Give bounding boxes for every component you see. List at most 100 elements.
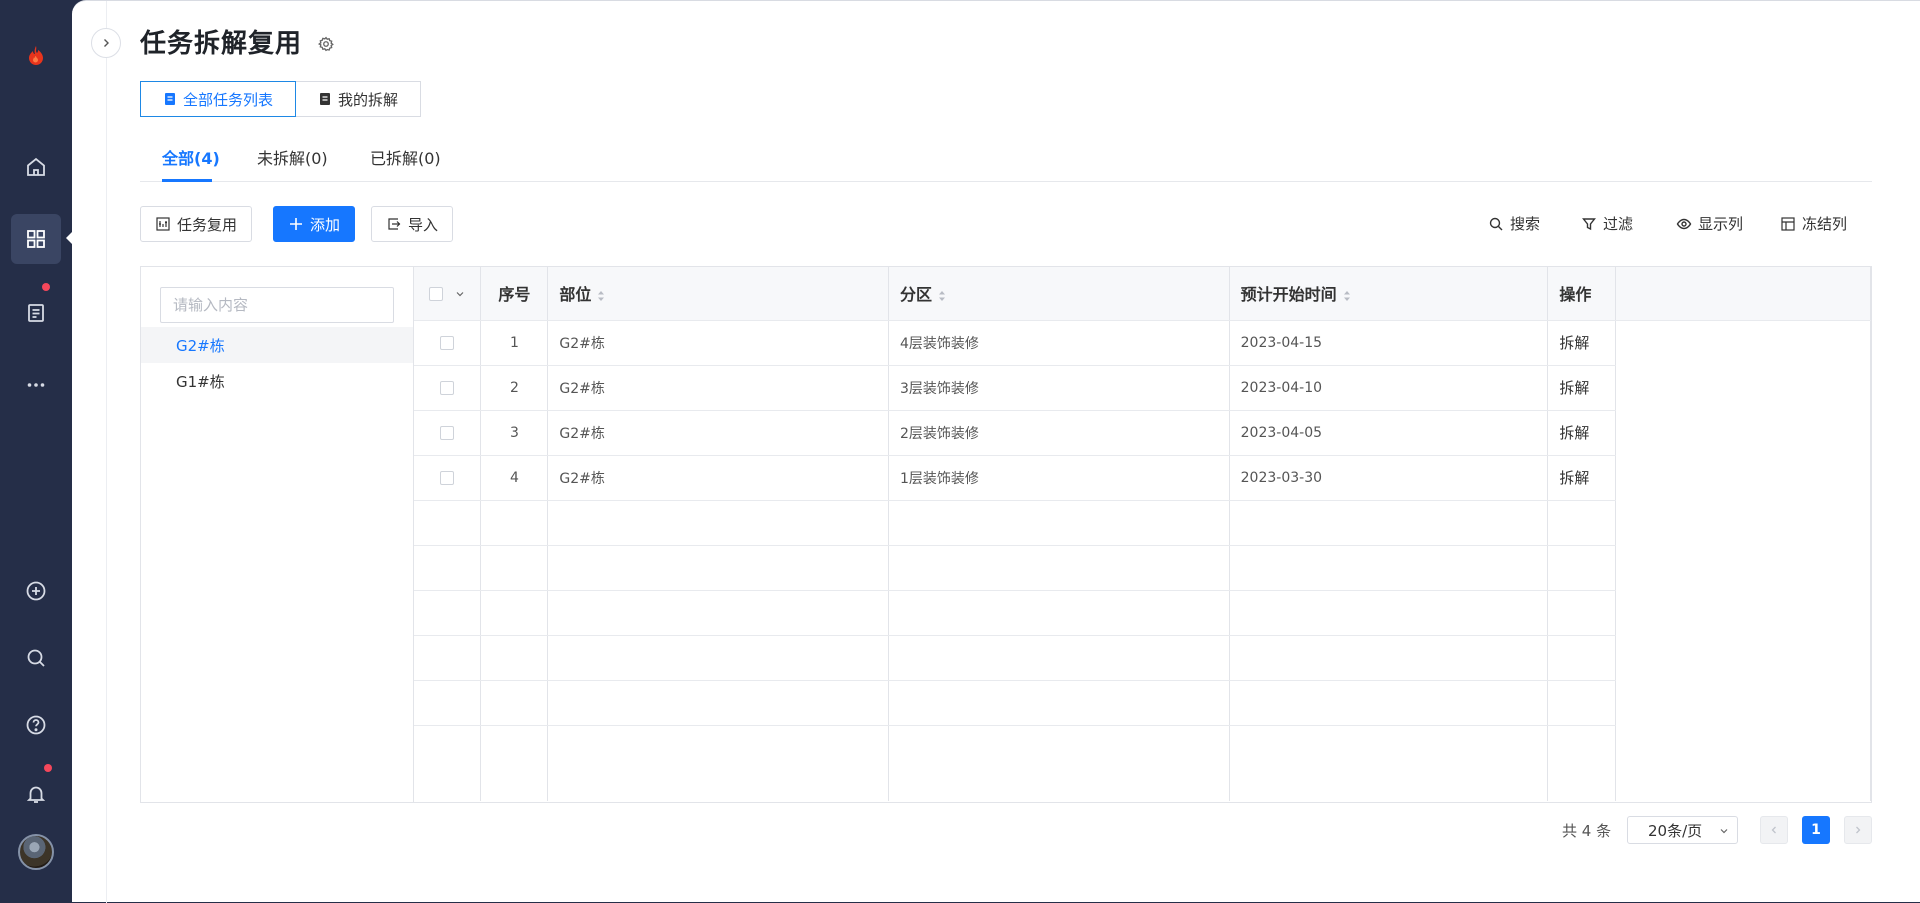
cell-start-time: 2023-03-30 xyxy=(1229,455,1549,501)
help-icon[interactable] xyxy=(11,700,61,750)
empty-row xyxy=(414,680,1871,726)
cell-index: 1 xyxy=(480,320,549,366)
decompose-link[interactable]: 拆解 xyxy=(1559,469,1589,487)
decompose-link[interactable]: 拆解 xyxy=(1559,334,1589,352)
search-button[interactable]: 搜索 xyxy=(1488,213,1540,234)
empty-row xyxy=(414,500,1871,546)
cell-location: G2#栋 xyxy=(547,455,890,501)
header-actions: 操作 xyxy=(1547,267,1617,321)
next-page-button[interactable] xyxy=(1844,816,1872,844)
tab-all[interactable]: 全部(4) xyxy=(162,145,220,169)
cell-index: 3 xyxy=(480,410,549,456)
search-icon xyxy=(1489,217,1503,230)
flame-icon[interactable] xyxy=(11,31,61,81)
cell-filler xyxy=(1615,365,1871,410)
freeze-columns-label: 冻结列 xyxy=(1802,215,1848,233)
row-select-cell[interactable] xyxy=(414,320,482,366)
add-circle-icon[interactable] xyxy=(11,566,61,616)
pagination-total: 共 4 条 xyxy=(1562,822,1612,840)
row-select-cell[interactable] xyxy=(414,410,482,456)
main-content: 任务拆解复用 全部任务列表 我的拆解 全部(4) 未拆解(0) 已拆解(0) 任… xyxy=(72,0,1920,903)
filter-button[interactable]: 过滤 xyxy=(1581,213,1633,234)
page-size-select[interactable]: 20条/页 xyxy=(1627,816,1738,844)
data-grid: G2#栋 G1#栋 序号 部位 分区 预计开始时间 操作 xyxy=(140,266,1872,803)
page-size-value: 20条/页 xyxy=(1648,821,1703,840)
add-label: 添加 xyxy=(310,215,341,234)
reuse-icon xyxy=(156,217,170,231)
gear-icon[interactable] xyxy=(317,35,335,53)
view-my-decomposition-button[interactable]: 我的拆解 xyxy=(296,81,422,117)
document-icon[interactable] xyxy=(11,288,61,338)
table-row: 1 G2#栋 4层装饰装修 2023-04-15 拆解 xyxy=(414,320,1871,366)
header-location-label: 部位 xyxy=(559,285,592,305)
empty-row xyxy=(414,635,1871,681)
show-columns-button[interactable]: 显示列 xyxy=(1676,213,1743,234)
add-button[interactable]: 添加 xyxy=(273,206,356,242)
row-checkbox[interactable] xyxy=(440,380,455,395)
sort-icon[interactable] xyxy=(1343,290,1351,302)
chevron-down-icon[interactable] xyxy=(455,289,465,299)
empty-row xyxy=(414,725,1871,801)
task-reuse-label: 任务复用 xyxy=(177,215,238,234)
freeze-icon xyxy=(1781,216,1795,231)
header-filler xyxy=(1615,267,1871,321)
decompose-link[interactable]: 拆解 xyxy=(1559,379,1589,397)
tree-node-g2[interactable]: G2#栋 xyxy=(141,327,413,363)
search-icon[interactable] xyxy=(11,633,61,683)
tree-node-g1[interactable]: G1#栋 xyxy=(141,363,413,399)
tab-not-decomposed[interactable]: 未拆解(0) xyxy=(257,145,328,169)
grid-icon[interactable] xyxy=(11,214,61,264)
filter-icon xyxy=(1582,217,1596,230)
sort-icon[interactable] xyxy=(597,290,605,302)
header-start-time[interactable]: 预计开始时间 xyxy=(1229,267,1549,321)
cell-index: 4 xyxy=(480,455,549,501)
sort-icon[interactable] xyxy=(938,290,946,302)
header-zone-label: 分区 xyxy=(900,285,933,305)
chevron-down-icon xyxy=(1720,829,1728,834)
select-all-checkbox[interactable] xyxy=(429,287,444,302)
freeze-columns-button[interactable]: 冻结列 xyxy=(1780,213,1847,234)
row-checkbox[interactable] xyxy=(440,335,455,350)
cell-location: G2#栋 xyxy=(547,365,890,411)
status-tabs: 全部(4) 未拆解(0) 已拆解(0) xyxy=(140,137,1872,182)
cell-start-time: 2023-04-15 xyxy=(1229,320,1549,366)
header-zone[interactable]: 分区 xyxy=(888,267,1230,321)
cell-action: 拆解 xyxy=(1547,320,1617,366)
task-reuse-button[interactable]: 任务复用 xyxy=(140,206,253,242)
expand-sidebar-button[interactable] xyxy=(91,28,121,58)
row-checkbox[interactable] xyxy=(440,470,455,485)
import-icon xyxy=(388,218,401,230)
cell-action: 拆解 xyxy=(1547,455,1617,501)
notification-dot xyxy=(42,283,50,291)
header-start-time-label: 预计开始时间 xyxy=(1240,285,1337,305)
chevron-right-icon xyxy=(1856,826,1861,834)
row-select-cell[interactable] xyxy=(414,455,482,501)
row-checkbox[interactable] xyxy=(440,425,455,440)
view-all-tasks-button[interactable]: 全部任务列表 xyxy=(140,81,297,117)
cell-zone: 3层装饰装修 xyxy=(888,365,1230,411)
cell-zone: 4层装饰装修 xyxy=(888,320,1230,366)
page-1-button[interactable]: 1 xyxy=(1802,816,1830,844)
view-all-tasks-label: 全部任务列表 xyxy=(183,90,274,109)
more-icon[interactable] xyxy=(11,360,61,410)
decompose-link[interactable]: 拆解 xyxy=(1559,424,1589,442)
header-location[interactable]: 部位 xyxy=(547,267,890,321)
avatar[interactable] xyxy=(18,834,54,870)
import-button[interactable]: 导入 xyxy=(371,206,454,242)
view-switch: 全部任务列表 我的拆解 xyxy=(140,81,422,117)
tree-search-input[interactable] xyxy=(160,287,394,323)
chevron-right-icon xyxy=(104,39,109,47)
eye-icon xyxy=(1676,218,1692,229)
cell-zone: 1层装饰装修 xyxy=(888,455,1230,501)
bell-icon[interactable] xyxy=(11,769,61,819)
import-label: 导入 xyxy=(408,215,439,234)
cell-action: 拆解 xyxy=(1547,410,1617,456)
row-select-cell[interactable] xyxy=(414,365,482,411)
select-all-cell[interactable] xyxy=(414,267,482,321)
prev-page-button[interactable] xyxy=(1760,816,1788,844)
divider xyxy=(106,1,107,903)
tab-decomposed[interactable]: 已拆解(0) xyxy=(370,145,441,169)
show-columns-label: 显示列 xyxy=(1698,215,1744,233)
cell-action: 拆解 xyxy=(1547,365,1617,411)
home-icon[interactable] xyxy=(11,142,61,192)
